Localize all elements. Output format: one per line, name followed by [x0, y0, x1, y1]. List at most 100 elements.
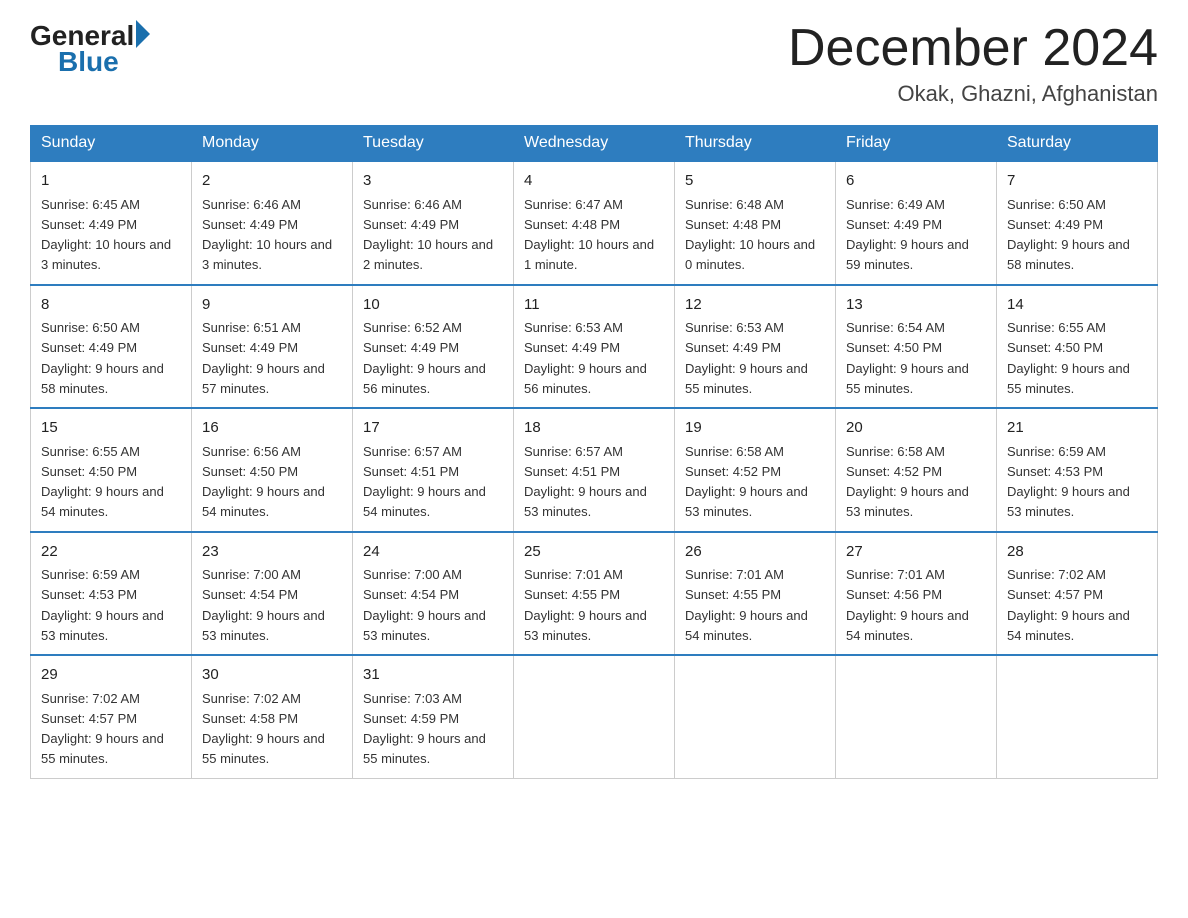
day-number: 19 — [685, 417, 825, 440]
day-number: 27 — [846, 541, 986, 564]
calendar-cell: 10 Sunrise: 6:52 AMSunset: 4:49 PMDayligh… — [353, 285, 514, 409]
day-info: Sunrise: 6:48 AMSunset: 4:48 PMDaylight:… — [685, 197, 815, 273]
day-info: Sunrise: 7:00 AMSunset: 4:54 PMDaylight:… — [202, 567, 325, 643]
day-info: Sunrise: 6:50 AMSunset: 4:49 PMDaylight:… — [41, 320, 164, 396]
calendar-cell: 12 Sunrise: 6:53 AMSunset: 4:49 PMDayligh… — [675, 285, 836, 409]
calendar-cell: 25 Sunrise: 7:01 AMSunset: 4:55 PMDayligh… — [514, 532, 675, 656]
calendar-cell: 19 Sunrise: 6:58 AMSunset: 4:52 PMDayligh… — [675, 408, 836, 532]
calendar-cell: 14 Sunrise: 6:55 AMSunset: 4:50 PMDayligh… — [997, 285, 1158, 409]
calendar-cell: 3 Sunrise: 6:46 AMSunset: 4:49 PMDaylight… — [353, 161, 514, 285]
calendar-cell: 6 Sunrise: 6:49 AMSunset: 4:49 PMDaylight… — [836, 161, 997, 285]
day-info: Sunrise: 7:01 AMSunset: 4:55 PMDaylight:… — [685, 567, 808, 643]
calendar-cell: 23 Sunrise: 7:00 AMSunset: 4:54 PMDayligh… — [192, 532, 353, 656]
day-info: Sunrise: 6:57 AMSunset: 4:51 PMDaylight:… — [524, 444, 647, 520]
calendar-cell: 22 Sunrise: 6:59 AMSunset: 4:53 PMDayligh… — [31, 532, 192, 656]
logo: General Blue — [30, 20, 150, 78]
header-saturday: Saturday — [997, 126, 1158, 162]
day-number: 13 — [846, 294, 986, 317]
day-number: 4 — [524, 170, 664, 193]
calendar-cell — [836, 655, 997, 778]
calendar-cell: 11Sunrise: 6:53 AMSunset: 4:49 PMDayligh… — [514, 285, 675, 409]
day-info: Sunrise: 6:54 AMSunset: 4:50 PMDaylight:… — [846, 320, 969, 396]
day-number: 24 — [363, 541, 503, 564]
day-number: 20 — [846, 417, 986, 440]
day-number: 6 — [846, 170, 986, 193]
calendar-cell: 17 Sunrise: 6:57 AMSunset: 4:51 PMDayligh… — [353, 408, 514, 532]
calendar-cell: 1Sunrise: 6:45 AMSunset: 4:49 PMDaylight… — [31, 161, 192, 285]
day-info: Sunrise: 6:57 AMSunset: 4:51 PMDaylight:… — [363, 444, 486, 520]
day-number: 12 — [685, 294, 825, 317]
calendar-cell: 27 Sunrise: 7:01 AMSunset: 4:56 PMDayligh… — [836, 532, 997, 656]
day-info: Sunrise: 6:46 AMSunset: 4:49 PMDaylight:… — [363, 197, 493, 273]
week-row-3: 15 Sunrise: 6:55 AMSunset: 4:50 PMDayligh… — [31, 408, 1158, 532]
header-wednesday: Wednesday — [514, 126, 675, 162]
day-number: 31 — [363, 664, 503, 687]
calendar-cell: 9 Sunrise: 6:51 AMSunset: 4:49 PMDaylight… — [192, 285, 353, 409]
day-number: 10 — [363, 294, 503, 317]
day-number: 9 — [202, 294, 342, 317]
day-number: 22 — [41, 541, 181, 564]
day-number: 26 — [685, 541, 825, 564]
day-number: 29 — [41, 664, 181, 687]
day-info: Sunrise: 6:59 AMSunset: 4:53 PMDaylight:… — [41, 567, 164, 643]
calendar-cell: 29 Sunrise: 7:02 AMSunset: 4:57 PMDayligh… — [31, 655, 192, 778]
day-number: 25 — [524, 541, 664, 564]
week-row-5: 29 Sunrise: 7:02 AMSunset: 4:57 PMDayligh… — [31, 655, 1158, 778]
day-info: Sunrise: 6:53 AMSunset: 4:49 PMDaylight:… — [685, 320, 808, 396]
day-info: Sunrise: 7:03 AMSunset: 4:59 PMDaylight:… — [363, 691, 486, 767]
day-info: Sunrise: 6:55 AMSunset: 4:50 PMDaylight:… — [1007, 320, 1130, 396]
day-info: Sunrise: 7:01 AMSunset: 4:55 PMDaylight:… — [524, 567, 647, 643]
day-number: 15 — [41, 417, 181, 440]
calendar-cell: 26 Sunrise: 7:01 AMSunset: 4:55 PMDayligh… — [675, 532, 836, 656]
day-number: 18 — [524, 417, 664, 440]
calendar-cell: 7Sunrise: 6:50 AMSunset: 4:49 PMDaylight… — [997, 161, 1158, 285]
header-thursday: Thursday — [675, 126, 836, 162]
calendar-cell: 8 Sunrise: 6:50 AMSunset: 4:49 PMDaylight… — [31, 285, 192, 409]
day-number: 17 — [363, 417, 503, 440]
day-number: 23 — [202, 541, 342, 564]
day-number: 8 — [41, 294, 181, 317]
day-number: 21 — [1007, 417, 1147, 440]
day-number: 3 — [363, 170, 503, 193]
day-info: Sunrise: 6:45 AMSunset: 4:49 PMDaylight:… — [41, 197, 171, 273]
day-info: Sunrise: 6:53 AMSunset: 4:49 PMDaylight:… — [524, 320, 647, 396]
day-info: Sunrise: 7:01 AMSunset: 4:56 PMDaylight:… — [846, 567, 969, 643]
header-monday: Monday — [192, 126, 353, 162]
day-info: Sunrise: 6:49 AMSunset: 4:49 PMDaylight:… — [846, 197, 969, 273]
day-info: Sunrise: 6:47 AMSunset: 4:48 PMDaylight:… — [524, 197, 654, 273]
calendar-cell: 30 Sunrise: 7:02 AMSunset: 4:58 PMDayligh… — [192, 655, 353, 778]
calendar-header-row: SundayMondayTuesdayWednesdayThursdayFrid… — [31, 126, 1158, 162]
day-info: Sunrise: 6:58 AMSunset: 4:52 PMDaylight:… — [846, 444, 969, 520]
calendar-cell: 21Sunrise: 6:59 AMSunset: 4:53 PMDayligh… — [997, 408, 1158, 532]
day-info: Sunrise: 6:58 AMSunset: 4:52 PMDaylight:… — [685, 444, 808, 520]
calendar-cell: 13 Sunrise: 6:54 AMSunset: 4:50 PMDayligh… — [836, 285, 997, 409]
calendar-cell: 4 Sunrise: 6:47 AMSunset: 4:48 PMDaylight… — [514, 161, 675, 285]
location-title: Okak, Ghazni, Afghanistan — [788, 81, 1158, 107]
calendar-cell: 16Sunrise: 6:56 AMSunset: 4:50 PMDayligh… — [192, 408, 353, 532]
day-info: Sunrise: 7:02 AMSunset: 4:57 PMDaylight:… — [41, 691, 164, 767]
day-number: 28 — [1007, 541, 1147, 564]
day-number: 2 — [202, 170, 342, 193]
day-info: Sunrise: 6:52 AMSunset: 4:49 PMDaylight:… — [363, 320, 486, 396]
week-row-4: 22 Sunrise: 6:59 AMSunset: 4:53 PMDayligh… — [31, 532, 1158, 656]
header-friday: Friday — [836, 126, 997, 162]
calendar-table: SundayMondayTuesdayWednesdayThursdayFrid… — [30, 125, 1158, 779]
calendar-cell: 5 Sunrise: 6:48 AMSunset: 4:48 PMDaylight… — [675, 161, 836, 285]
week-row-2: 8 Sunrise: 6:50 AMSunset: 4:49 PMDaylight… — [31, 285, 1158, 409]
day-number: 7 — [1007, 170, 1147, 193]
logo-blue-text: Blue — [58, 46, 119, 78]
day-info: Sunrise: 7:02 AMSunset: 4:58 PMDaylight:… — [202, 691, 325, 767]
logo-triangle-icon — [136, 20, 150, 48]
calendar-cell: 2Sunrise: 6:46 AMSunset: 4:49 PMDaylight… — [192, 161, 353, 285]
day-info: Sunrise: 6:51 AMSunset: 4:49 PMDaylight:… — [202, 320, 325, 396]
day-number: 16 — [202, 417, 342, 440]
day-number: 5 — [685, 170, 825, 193]
day-info: Sunrise: 6:55 AMSunset: 4:50 PMDaylight:… — [41, 444, 164, 520]
day-number: 14 — [1007, 294, 1147, 317]
calendar-cell: 18 Sunrise: 6:57 AMSunset: 4:51 PMDayligh… — [514, 408, 675, 532]
title-block: December 2024 Okak, Ghazni, Afghanistan — [788, 20, 1158, 107]
day-number: 30 — [202, 664, 342, 687]
calendar-cell — [675, 655, 836, 778]
calendar-cell — [997, 655, 1158, 778]
week-row-1: 1Sunrise: 6:45 AMSunset: 4:49 PMDaylight… — [31, 161, 1158, 285]
